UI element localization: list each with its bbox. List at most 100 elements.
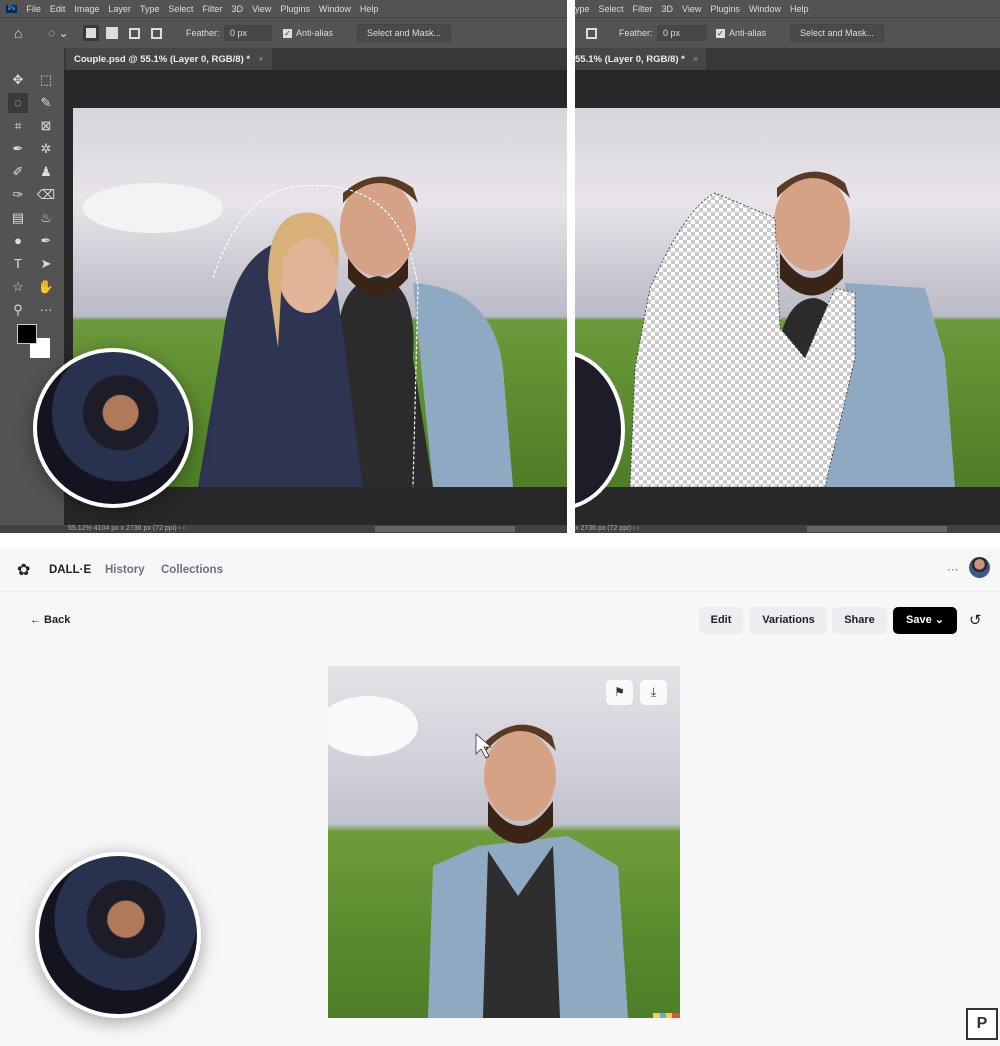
generated-image[interactable]: ⚑ ⤓: [328, 666, 680, 1018]
watermark-logo: P: [966, 1008, 998, 1040]
webcam-presenter-overlay: [33, 348, 193, 508]
move-tool-icon[interactable]: ✥: [8, 70, 28, 90]
document-tab[interactable]: Couple.psd @ 55.1% (Layer 0, RGB/8) * ×: [66, 48, 272, 70]
menu-plugins[interactable]: Plugins: [710, 4, 740, 14]
man-photo: [328, 696, 680, 1018]
zoom-tool-icon[interactable]: ⚲: [8, 300, 28, 320]
blur-tool-icon[interactable]: ♨: [36, 208, 56, 228]
photoshop-window-left: Ps File Edit Image Layer Type Select Fil…: [0, 0, 567, 533]
brush-tool-icon[interactable]: ✐: [8, 162, 28, 182]
menu-edit[interactable]: Edit: [50, 4, 66, 14]
variations-button[interactable]: Variations: [750, 607, 827, 634]
hand-tool-icon[interactable]: ✋: [36, 277, 56, 297]
eraser-tool-icon[interactable]: ⌫: [36, 185, 56, 205]
foreground-color-swatch[interactable]: [17, 324, 37, 344]
options-bar: Feather: 0 px ✓ Anti-alias Select and Ma…: [575, 17, 1000, 48]
horizontal-scrollbar[interactable]: [807, 526, 947, 532]
subtract-selection-icon[interactable]: [129, 27, 140, 39]
document-tabs: 55.1% (Layer 0, RGB/8) * ×: [575, 48, 1000, 70]
report-flag-button[interactable]: ⚑: [606, 680, 633, 705]
feather-label: Feather:: [186, 28, 220, 38]
brand-name[interactable]: DALL·E: [49, 564, 91, 576]
history-icon[interactable]: ↺: [969, 611, 982, 629]
quick-select-tool-icon[interactable]: ✎: [36, 93, 56, 113]
menu-filter[interactable]: Filter: [202, 4, 222, 14]
shape-tool-icon[interactable]: ☆: [8, 277, 28, 297]
antialias-label: Anti-alias: [296, 28, 334, 38]
home-icon[interactable]: ⌂: [14, 25, 22, 41]
menu-view[interactable]: View: [252, 4, 271, 14]
user-avatar[interactable]: [969, 557, 990, 578]
feather-input[interactable]: 0 px: [657, 25, 707, 41]
menu-select[interactable]: Select: [168, 4, 193, 14]
healing-tool-icon[interactable]: ✲: [36, 139, 56, 159]
webcam-presenter-overlay: [35, 852, 201, 1018]
menu-view[interactable]: View: [682, 4, 701, 14]
menu-help[interactable]: Help: [790, 4, 809, 14]
path-select-icon[interactable]: ➤: [36, 254, 56, 274]
frame-tool-icon[interactable]: ⊠: [36, 116, 56, 136]
download-icon: ⤓: [650, 685, 657, 699]
menu-image[interactable]: Image: [74, 4, 99, 14]
more-tools-icon[interactable]: ···: [36, 300, 56, 320]
horizontal-scrollbar[interactable]: [375, 526, 515, 532]
stamp-tool-icon[interactable]: ♟: [36, 162, 56, 182]
download-button[interactable]: ⤓: [640, 680, 667, 705]
more-menu-icon[interactable]: ···: [947, 564, 959, 576]
flag-icon: ⚑: [614, 685, 625, 699]
antialias-checkbox[interactable]: ✓: [283, 28, 292, 38]
dalle-app: ✿ DALL·E History Collections ··· ← Back …: [0, 548, 1000, 1046]
nav-history[interactable]: History: [105, 564, 145, 576]
gradient-tool-icon[interactable]: ▤: [8, 208, 28, 228]
openai-logo-icon[interactable]: ✿: [17, 560, 30, 580]
marquee-tool-icon[interactable]: ⬚: [36, 70, 56, 90]
erased-photo: [629, 171, 955, 487]
top-nav: ✿ DALL·E History Collections ···: [0, 548, 1000, 592]
menu-layer[interactable]: Layer: [108, 4, 131, 14]
menu-help[interactable]: Help: [360, 4, 379, 14]
menu-3d[interactable]: 3D: [231, 4, 243, 14]
menu-bar: Ps File Edit Image Layer Type Select Fil…: [0, 0, 567, 17]
crop-tool-icon[interactable]: ⌗: [8, 116, 28, 136]
select-and-mask-button[interactable]: Select and Mask...: [790, 24, 885, 42]
save-button[interactable]: Save ⌄: [893, 607, 957, 634]
history-brush-icon[interactable]: ✑: [8, 185, 28, 205]
antialias-checkbox[interactable]: ✓: [716, 28, 725, 38]
pen-tool-icon[interactable]: ✒: [36, 231, 56, 251]
menu-plugins[interactable]: Plugins: [280, 4, 310, 14]
document-tabs: Couple.psd @ 55.1% (Layer 0, RGB/8) * ×: [0, 48, 567, 70]
edit-button[interactable]: Edit: [699, 607, 743, 634]
menu-bar: ype Select Filter 3D View Plugins Window…: [575, 0, 1000, 17]
eyedropper-tool-icon[interactable]: ✒: [8, 139, 28, 159]
share-button[interactable]: Share: [832, 607, 887, 634]
select-and-mask-button[interactable]: Select and Mask...: [357, 24, 452, 42]
type-tool-icon[interactable]: T: [8, 254, 28, 274]
menu-select[interactable]: Select: [599, 4, 624, 14]
new-selection-icon[interactable]: [83, 25, 99, 41]
nav-collections[interactable]: Collections: [161, 564, 223, 576]
add-selection-icon[interactable]: [106, 27, 118, 39]
document-tab[interactable]: 55.1% (Layer 0, RGB/8) * ×: [575, 48, 707, 70]
menu-window[interactable]: Window: [319, 4, 351, 14]
menu-filter[interactable]: Filter: [633, 4, 653, 14]
close-icon[interactable]: ×: [258, 54, 264, 65]
tab-title: 55.1% (Layer 0, RGB/8) *: [575, 53, 685, 65]
lasso-icon[interactable]: ◌ ⌄: [48, 26, 69, 40]
close-icon[interactable]: ×: [693, 54, 699, 65]
back-link[interactable]: ← Back: [30, 614, 70, 626]
intersect-selection-icon[interactable]: [151, 27, 162, 39]
canvas-image-erased[interactable]: [575, 108, 1000, 487]
dodge-tool-icon[interactable]: ●: [8, 231, 28, 251]
menu-window[interactable]: Window: [749, 4, 781, 14]
photoshop-window-right: ype Select Filter 3D View Plugins Window…: [575, 0, 1000, 533]
tab-title: Couple.psd @ 55.1% (Layer 0, RGB/8) *: [74, 53, 251, 65]
menu-file[interactable]: File: [26, 4, 41, 14]
menu-type[interactable]: ype: [575, 4, 590, 14]
menu-type[interactable]: Type: [140, 4, 160, 14]
lasso-tool-icon[interactable]: ◌: [8, 93, 28, 113]
menu-3d[interactable]: 3D: [662, 4, 674, 14]
feather-label: Feather:: [619, 28, 653, 38]
intersect-selection-icon[interactable]: [586, 27, 597, 39]
ps-logo-icon: Ps: [6, 4, 18, 13]
feather-input[interactable]: 0 px: [224, 25, 272, 41]
